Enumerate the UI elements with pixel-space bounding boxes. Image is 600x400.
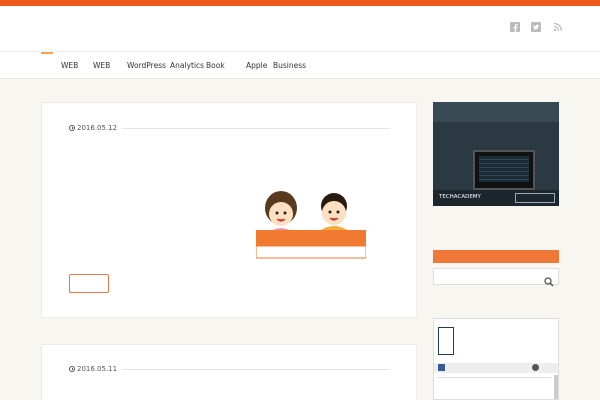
laptop-image <box>473 150 535 190</box>
date-divider <box>122 128 390 129</box>
post-date: 2016.05.12 <box>69 124 117 132</box>
nav-item-web-2[interactable]: WEB <box>93 61 110 70</box>
rss-icon[interactable] <box>553 22 563 32</box>
nav-active-indicator <box>41 52 53 54</box>
ad-brand: TECHACADEMY <box>439 194 481 200</box>
post-date-text: 2016.05.11 <box>77 365 118 373</box>
sidebar-ad-banner[interactable]: TECHACADEMY <box>433 102 559 206</box>
read-more-button[interactable] <box>69 274 109 293</box>
nav-item-apple[interactable]: Apple <box>246 61 267 70</box>
ad-cta-button[interactable] <box>515 193 555 203</box>
post-thumbnail-image[interactable] <box>255 186 367 260</box>
nav-item-analytics[interactable]: Analytics <box>170 61 204 70</box>
sidebar-widget-title <box>433 250 559 263</box>
post-date: 2016.05.11 <box>69 365 117 373</box>
post-card: 2016.05.11 <box>41 344 417 400</box>
nav-item-wordpress[interactable]: WordPress <box>127 61 166 70</box>
clock-icon <box>69 125 75 131</box>
twitter-icon[interactable] <box>531 22 541 32</box>
fb-scrollbar[interactable] <box>554 375 558 399</box>
fb-cover-tag <box>438 327 454 355</box>
main-nav: WEB WEB WordPress Analytics Book Apple B… <box>0 52 600 79</box>
fb-info-strip <box>434 363 558 373</box>
nav-item-book[interactable]: Book <box>206 61 225 70</box>
fb-cover-image <box>436 321 556 363</box>
facebook-icon[interactable] <box>510 22 520 32</box>
ad-footer: TECHACADEMY <box>433 190 559 206</box>
facebook-icon[interactable] <box>438 364 445 371</box>
ad-header-band <box>433 102 559 122</box>
facebook-page-widget[interactable] <box>433 318 559 400</box>
info-icon[interactable] <box>532 364 539 371</box>
site-header <box>0 6 600 52</box>
date-divider <box>122 369 390 370</box>
fb-divider <box>437 377 551 378</box>
clock-icon <box>69 366 75 372</box>
search-input[interactable] <box>433 268 559 287</box>
search-icon[interactable] <box>544 272 554 287</box>
nav-item-web-1[interactable]: WEB <box>61 61 78 70</box>
nav-item-business[interactable]: Business <box>273 61 306 70</box>
post-date-text: 2016.05.12 <box>77 124 118 132</box>
